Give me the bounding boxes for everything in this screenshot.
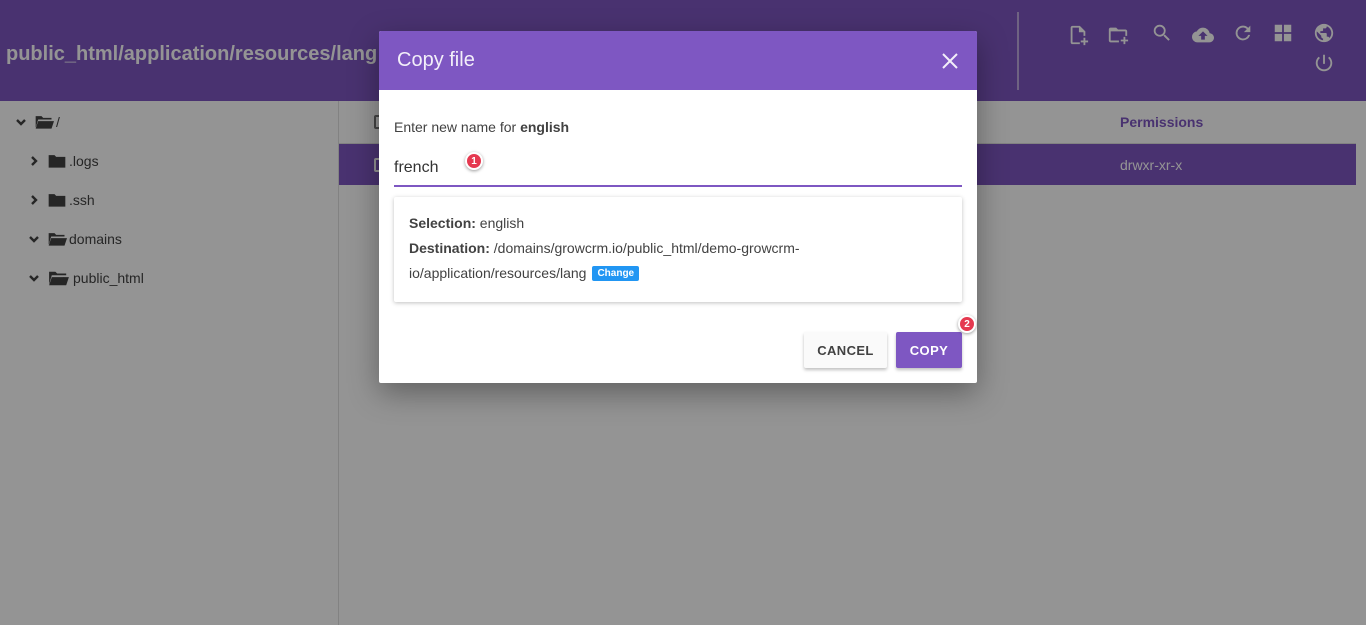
copy-file-dialog: Copy file Enter new name for english Sel… — [379, 31, 977, 383]
destination-line-2: io/application/resources/lang Change — [409, 265, 640, 282]
close-icon[interactable] — [939, 50, 961, 72]
destination-path-part2: io/application/resources/lang — [409, 265, 587, 281]
selection-label: Selection: — [409, 215, 476, 231]
prompt-target-name: english — [520, 119, 570, 135]
rename-prompt: Enter new name for english — [394, 119, 569, 135]
copy-info-card: Selection: english Destination: /domains… — [394, 197, 962, 302]
dialog-title: Copy file — [397, 49, 475, 71]
selection-value: english — [479, 215, 525, 231]
dialog-header: Copy file — [379, 31, 977, 90]
destination-label: Destination: — [409, 240, 490, 256]
destination-path-part1: /domains/growcrm.io/public_html/demo-gro… — [493, 240, 800, 256]
copy-button[interactable]: COPY — [896, 332, 962, 368]
prompt-prefix: Enter new name for — [394, 119, 517, 135]
step-badge-2: 2 — [958, 315, 976, 333]
cancel-button[interactable]: CANCEL — [804, 332, 887, 368]
destination-line: Destination: /domains/growcrm.io/public_… — [409, 240, 800, 256]
change-destination-button[interactable]: Change — [592, 265, 640, 281]
selection-line: Selection: english — [409, 215, 524, 231]
step-badge-1: 1 — [465, 152, 483, 170]
